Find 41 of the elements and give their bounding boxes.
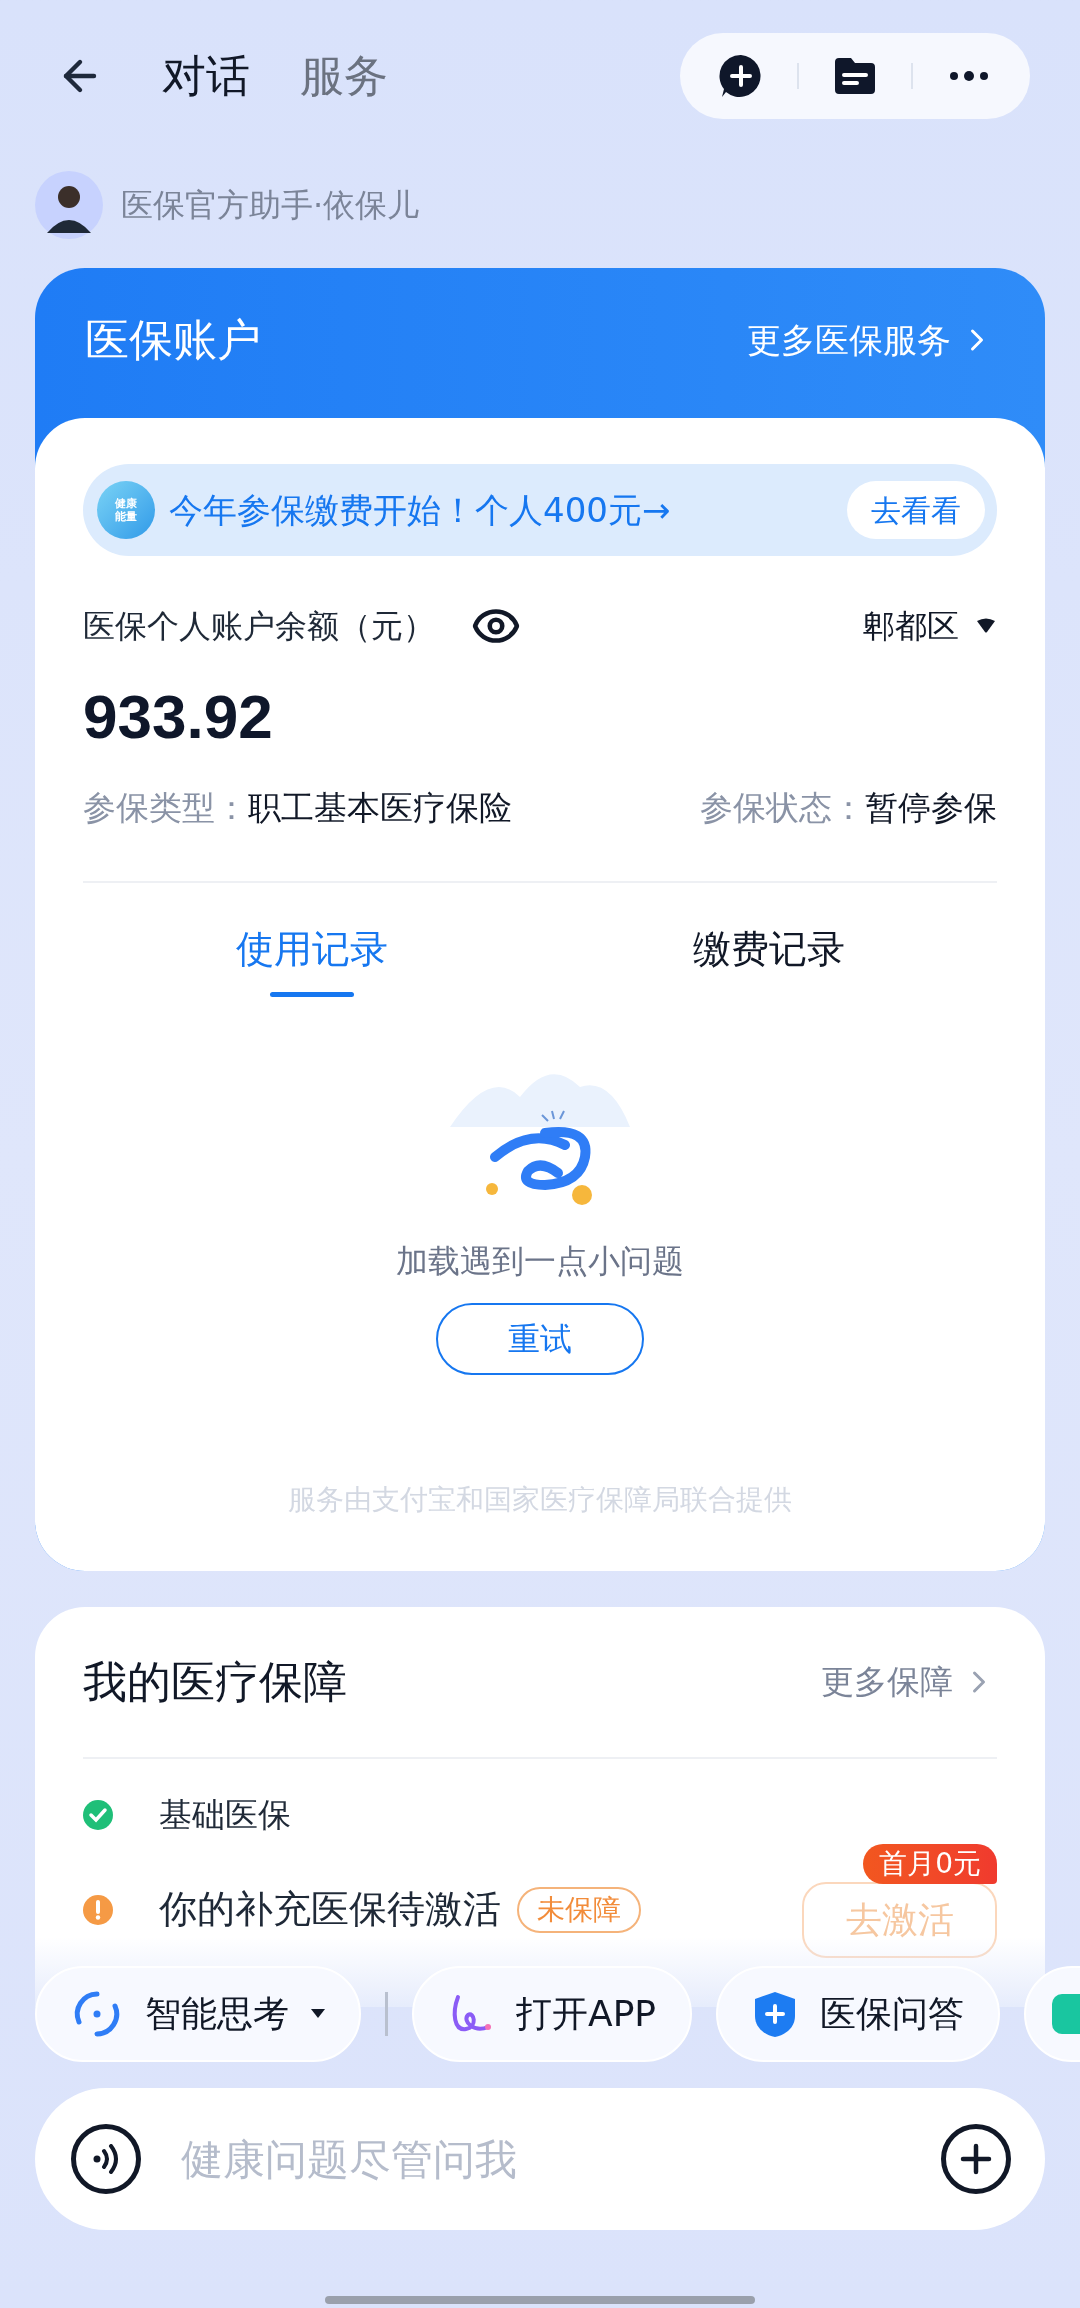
card-title: 医保账户 bbox=[85, 313, 261, 367]
balance-label: 医保个人账户余额（元） bbox=[83, 606, 435, 647]
coverage-name: 基础医保 bbox=[159, 1793, 291, 1836]
retry-button[interactable]: 重试 bbox=[436, 1302, 644, 1375]
avatar bbox=[35, 171, 103, 239]
promo-text: 今年参保缴费开始！个人400元→ bbox=[169, 488, 671, 532]
shortcut-chip[interactable]: 医保问答 bbox=[716, 1966, 1001, 2062]
promo-banner[interactable]: 健康 能量 今年参保缴费开始！个人400元→ 去看看 bbox=[83, 464, 997, 556]
header-tab[interactable]: 对话 bbox=[162, 43, 250, 109]
balance-amount: 933.92 bbox=[83, 681, 274, 753]
type-label: 参保类型： bbox=[83, 787, 248, 829]
caret-icon bbox=[311, 2009, 325, 2019]
type-value: 职工基本医疗保险 bbox=[248, 787, 512, 829]
assistant-name: 医保官方助手·依保儿 bbox=[121, 185, 420, 226]
plus-icon bbox=[960, 2143, 992, 2175]
record-tab[interactable]: 缴费记录 bbox=[540, 920, 997, 997]
status-label: 参保状态： bbox=[700, 787, 865, 829]
error-message: 加载遇到一点小问题 bbox=[396, 1240, 684, 1282]
region-dropdown[interactable]: 郫都区 bbox=[863, 602, 997, 650]
energy-badge: 健康 能量 bbox=[97, 481, 155, 539]
voice-button[interactable] bbox=[71, 2124, 141, 2194]
view-button[interactable]: 去看看 bbox=[847, 481, 985, 539]
record-tab[interactable]: 使用记录 bbox=[83, 920, 540, 997]
shortcut-chip[interactable]: 智能思考 bbox=[35, 1966, 361, 2062]
coverage-name: 你的补充医保待激活 bbox=[159, 1886, 501, 1933]
more-coverage-link[interactable]: 更多保障 bbox=[821, 1656, 997, 1707]
add-button[interactable] bbox=[941, 2124, 1011, 2194]
more-services-link[interactable]: 更多医保服务 bbox=[747, 314, 995, 366]
app-icon bbox=[1052, 1994, 1080, 2034]
warning-icon bbox=[83, 1894, 113, 1925]
promo-badge: 首月0元 bbox=[863, 1843, 997, 1884]
shortcut-chip[interactable]: 打开APP bbox=[412, 1966, 693, 2062]
check-icon bbox=[83, 1799, 113, 1830]
coverage-title: 我的医疗保障 bbox=[83, 1654, 347, 1709]
header-tab[interactable]: 服务 bbox=[300, 43, 388, 109]
status-value: 暂停参保 bbox=[865, 787, 997, 829]
more-icon bbox=[949, 71, 990, 81]
caret-icon bbox=[975, 618, 997, 634]
question-field[interactable]: 健康问题尽管问我 bbox=[181, 2127, 941, 2191]
chat-input-bar[interactable]: 健康问题尽管问我 bbox=[35, 2088, 1045, 2230]
status-tag: 未保障 bbox=[517, 1886, 641, 1933]
